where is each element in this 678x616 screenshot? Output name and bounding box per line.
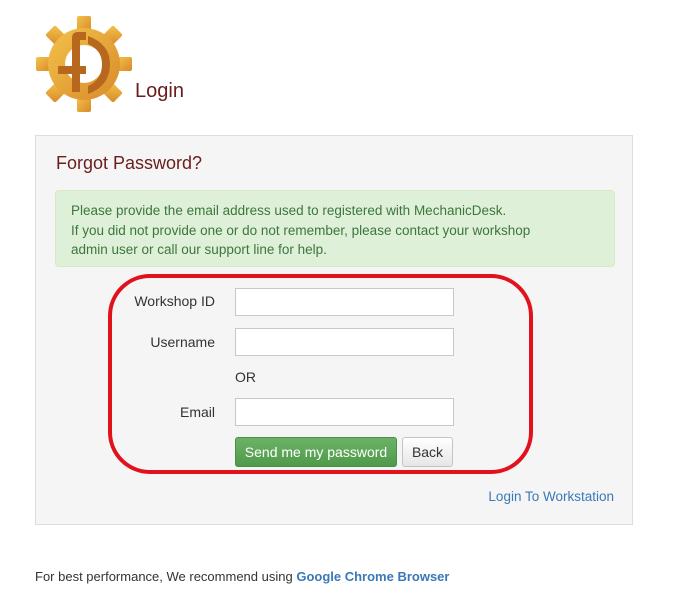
chrome-browser-link[interactable]: Google Chrome Browser — [296, 569, 449, 584]
email-label: Email — [179, 404, 215, 420]
header: Login — [34, 14, 234, 114]
info-line: admin user or call our support line for … — [71, 242, 327, 257]
workshop-id-label: Workshop ID — [134, 293, 215, 309]
panel-title: Forgot Password? — [56, 153, 203, 173]
send-password-button[interactable]: Send me my password — [235, 437, 397, 467]
login-to-workstation-link[interactable]: Login To Workstation — [488, 489, 614, 504]
workshop-id-input[interactable] — [235, 288, 454, 316]
gear-logo-icon — [36, 16, 132, 112]
info-line: Please provide the email address used to… — [71, 203, 507, 218]
or-separator: OR — [235, 369, 256, 385]
footer-text: For best performance, We recommend using — [35, 569, 297, 584]
username-label: Username — [150, 334, 215, 350]
footer: For best performance, We recommend using… — [35, 569, 449, 584]
info-alert: Please provide the email address used to… — [55, 190, 615, 267]
email-input[interactable] — [235, 398, 454, 426]
back-button[interactable]: Back — [402, 437, 453, 467]
forgot-password-panel: Forgot Password? Please provide the emai… — [35, 135, 633, 525]
username-input[interactable] — [235, 328, 454, 356]
info-line: If you did not provide one or do not rem… — [71, 222, 531, 238]
page-title: Login — [135, 80, 184, 102]
